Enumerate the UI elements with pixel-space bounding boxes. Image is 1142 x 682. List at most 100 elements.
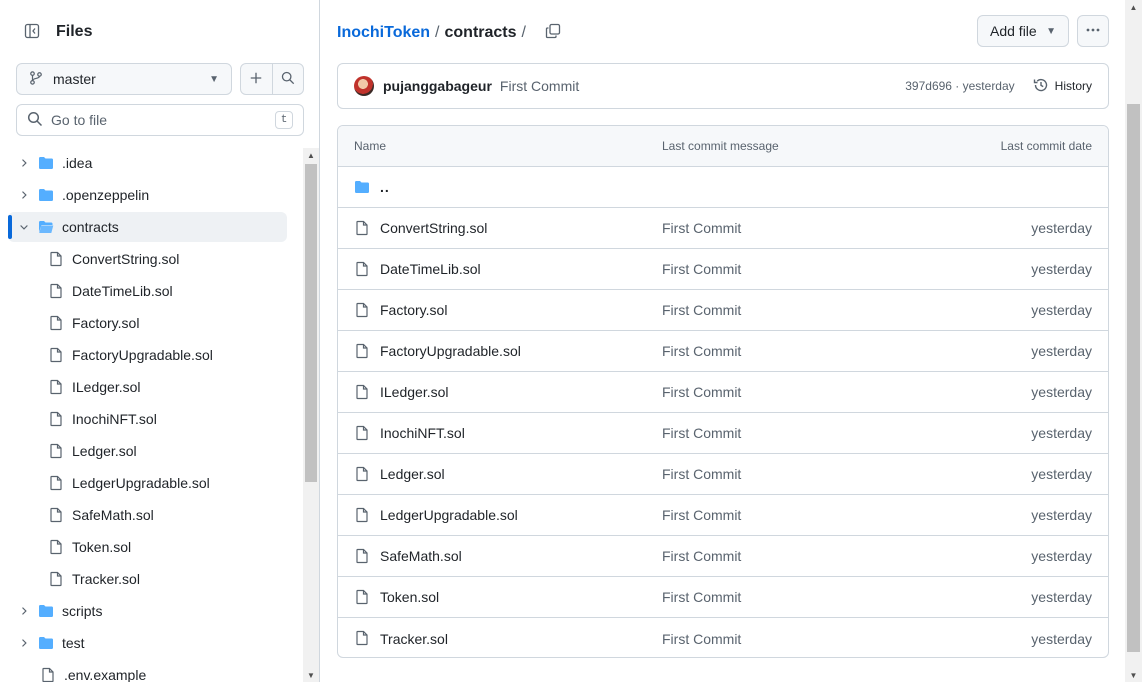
commit-message-link[interactable]: First Commit	[662, 384, 741, 400]
file-name-link[interactable]: DateTimeLib.sol	[380, 261, 481, 277]
tree-file-item[interactable]: Factory.sol	[8, 308, 287, 338]
file-name-link[interactable]: FactoryUpgradable.sol	[380, 343, 521, 359]
file-name-link[interactable]: Tracker.sol	[380, 631, 448, 647]
commit-message-link[interactable]: First Commit	[662, 220, 741, 236]
table-row[interactable]: FactoryUpgradable.sol First Commit yesterd…	[338, 331, 1108, 372]
commit-message-link[interactable]: First Commit	[662, 261, 741, 277]
collapse-sidebar-button[interactable]	[16, 18, 48, 46]
tree-item-label: .env.example	[64, 667, 147, 682]
add-file-button[interactable]	[241, 64, 272, 94]
commit-date: yesterday	[1031, 548, 1092, 564]
breadcrumb-repo-link[interactable]: InochiToken	[337, 24, 430, 42]
file-name-link[interactable]: Ledger.sol	[380, 466, 445, 482]
commit-message-link[interactable]: First Commit	[662, 548, 741, 564]
table-row[interactable]: ConvertString.sol First Commit yesterday	[338, 208, 1108, 249]
chevron-down-icon[interactable]	[16, 219, 32, 235]
table-row[interactable]: LedgerUpgradable.sol First Commit yesterda…	[338, 495, 1108, 536]
sidebar-collapse-icon	[24, 23, 40, 42]
tree-file-item[interactable]: Tracker.sol	[8, 564, 287, 594]
table-row[interactable]: InochiNFT.sol First Commit yesterday	[338, 413, 1108, 454]
copy-path-button[interactable]	[545, 23, 561, 44]
commit-author-link[interactable]: pujanggabageur	[383, 78, 492, 94]
tree-folder-item[interactable]: test	[8, 628, 287, 658]
table-row[interactable]: DateTimeLib.sol First Commit yesterday	[338, 249, 1108, 290]
chevron-right-icon[interactable]	[16, 635, 32, 651]
tree-folder-item[interactable]: contracts	[8, 212, 287, 242]
tree-file-item[interactable]: Token.sol	[8, 532, 287, 562]
tree-item-label: FactoryUpgradable.sol	[72, 347, 213, 363]
parent-directory-link[interactable]: ..	[380, 179, 390, 195]
commit-date: yesterday	[1031, 261, 1092, 277]
table-row[interactable]: Tracker.sol First Commit yesterday	[338, 618, 1108, 657]
commit-message-link[interactable]: First Commit	[662, 302, 741, 318]
scroll-up-icon[interactable]: ▲	[1125, 0, 1142, 14]
tree-file-item[interactable]: LedgerUpgradable.sol	[8, 468, 287, 498]
commit-sha-time[interactable]: 397d696 · yesterday	[905, 79, 1014, 93]
chevron-right-icon[interactable]	[16, 603, 32, 619]
tree-item-label: test	[62, 635, 85, 651]
scroll-down-icon[interactable]: ▼	[1125, 668, 1142, 682]
chevron-right-icon[interactable]	[16, 155, 32, 171]
commit-message-link[interactable]: First Commit	[662, 466, 741, 482]
search-button[interactable]	[271, 64, 303, 94]
tree-file-item[interactable]: .env.example	[8, 660, 287, 682]
file-icon	[354, 548, 370, 564]
tree-file-item[interactable]: FactoryUpgradable.sol	[8, 340, 287, 370]
go-to-file-input[interactable]	[51, 112, 275, 128]
sidebar-header: Files	[16, 18, 92, 46]
breadcrumb-current: contracts	[444, 24, 517, 41]
tree-file-item[interactable]: ILedger.sol	[8, 372, 287, 402]
parent-directory-row[interactable]: ..	[338, 167, 1108, 208]
scroll-down-icon[interactable]: ▼	[303, 668, 319, 682]
breadcrumb-separator: /	[435, 24, 440, 41]
tree-folder-item[interactable]: scripts	[8, 596, 287, 626]
commit-message-link[interactable]: First Commit	[662, 589, 741, 605]
add-file-dropdown-button[interactable]: Add file ▼	[977, 15, 1069, 47]
tree-scrollbar-thumb[interactable]	[305, 164, 317, 482]
more-options-button[interactable]	[1077, 15, 1109, 47]
tree-folder-item[interactable]: .idea	[8, 148, 287, 178]
commit-message-link[interactable]: First Commit	[662, 425, 741, 441]
file-name-link[interactable]: Token.sol	[380, 589, 439, 605]
file-name-link[interactable]: SafeMath.sol	[380, 548, 462, 564]
tree-file-item[interactable]: InochiNFT.sol	[8, 404, 287, 434]
tree-item-label: scripts	[62, 603, 103, 619]
file-name-link[interactable]: InochiNFT.sol	[380, 425, 465, 441]
table-row[interactable]: ILedger.sol First Commit yesterday	[338, 372, 1108, 413]
file-name-link[interactable]: ConvertString.sol	[380, 220, 487, 236]
chevron-right-icon[interactable]	[16, 187, 32, 203]
tree-item-label: DateTimeLib.sol	[72, 283, 173, 299]
table-row[interactable]: Token.sol First Commit yesterday	[338, 577, 1108, 618]
tree-folder-item[interactable]: .openzeppelin	[8, 180, 287, 210]
tree-scrollbar[interactable]: ▲ ▼	[303, 148, 319, 682]
page-scrollbar[interactable]: ▲ ▼	[1125, 0, 1142, 682]
commit-message-link[interactable]: First Commit	[662, 343, 741, 359]
column-header-date: Last commit date	[1000, 139, 1092, 153]
history-label: History	[1054, 79, 1092, 93]
tree-file-item[interactable]: DateTimeLib.sol	[8, 276, 287, 306]
tree-file-item[interactable]: Ledger.sol	[8, 436, 287, 466]
column-header-name: Name	[354, 139, 387, 153]
tree-item-label: ConvertString.sol	[72, 251, 180, 267]
tree-item-label: contracts	[62, 219, 119, 235]
go-to-file-field[interactable]: t	[16, 104, 304, 136]
commit-message-link[interactable]: First Commit	[662, 631, 741, 647]
history-button[interactable]: History	[1033, 77, 1092, 96]
file-name-link[interactable]: LedgerUpgradable.sol	[380, 507, 518, 523]
scroll-up-icon[interactable]: ▲	[303, 148, 319, 162]
commit-message-link[interactable]: First Commit	[662, 507, 741, 523]
commit-date: yesterday	[1031, 630, 1092, 647]
tree-file-item[interactable]: SafeMath.sol	[8, 500, 287, 530]
commit-message-link[interactable]: First Commit	[500, 78, 579, 94]
branch-selector[interactable]: master ▼	[16, 63, 232, 95]
file-name-link[interactable]: ILedger.sol	[380, 384, 449, 400]
table-row[interactable]: Ledger.sol First Commit yesterday	[338, 454, 1108, 495]
caret-down-icon: ▼	[1046, 25, 1056, 37]
table-row[interactable]: SafeMath.sol First Commit yesterday	[338, 536, 1108, 577]
table-row[interactable]: Factory.sol First Commit yesterday	[338, 290, 1108, 331]
avatar[interactable]	[354, 76, 374, 96]
tree-file-item[interactable]: ConvertString.sol	[8, 244, 287, 274]
file-tree-sidebar: Files master ▼ t .idea .openzeppelin contr…	[0, 0, 320, 682]
page-scrollbar-thumb[interactable]	[1127, 104, 1140, 652]
file-name-link[interactable]: Factory.sol	[380, 302, 447, 318]
